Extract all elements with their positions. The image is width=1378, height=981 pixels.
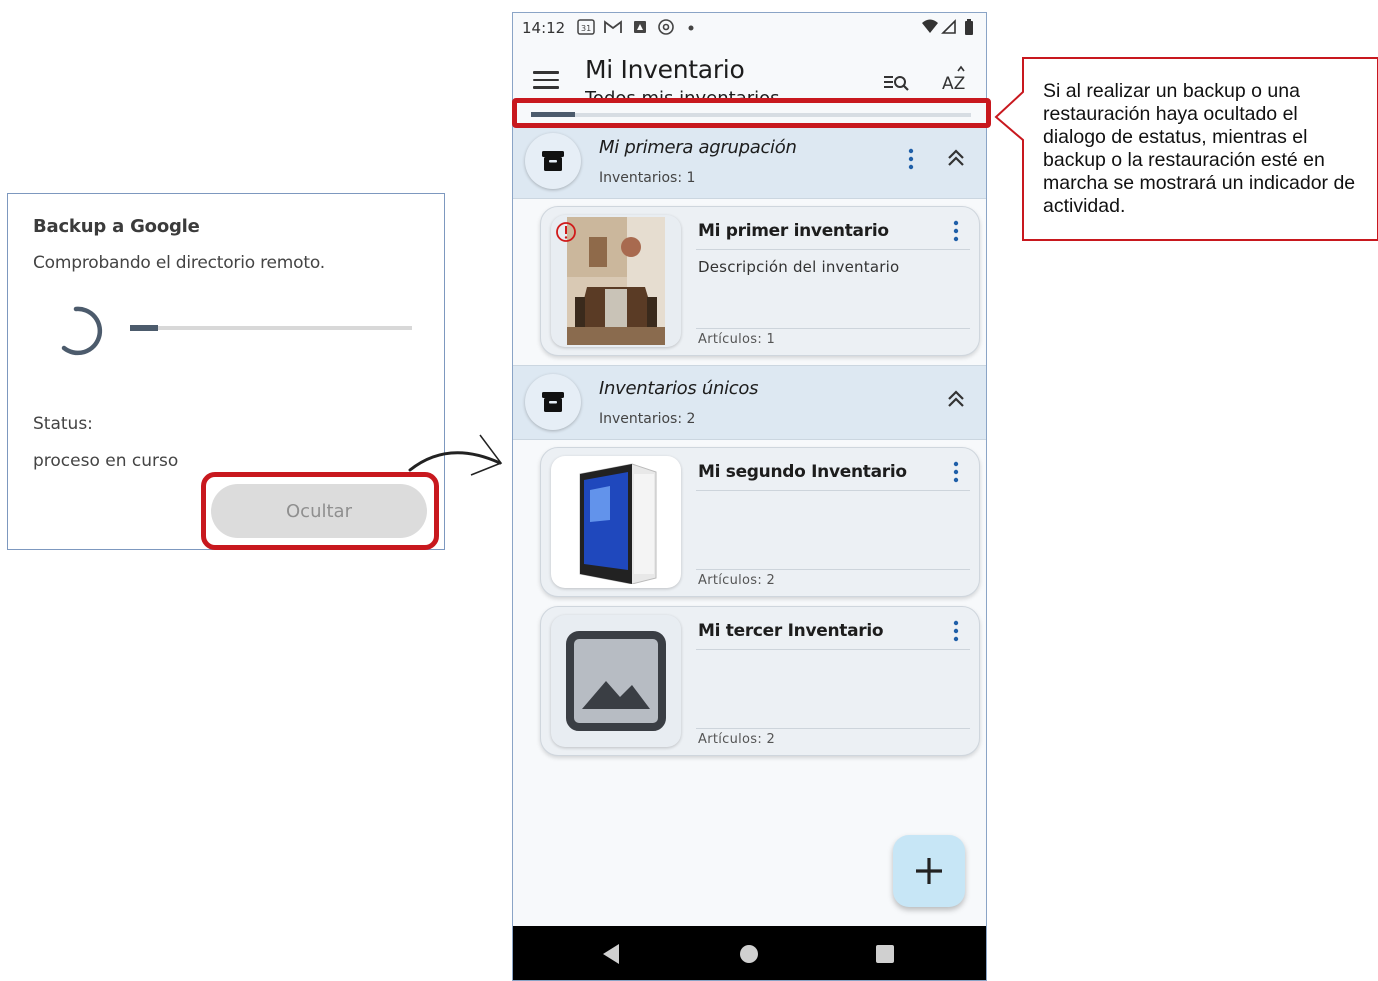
dining-room-image (567, 217, 665, 345)
collapse-icon[interactable] (945, 388, 967, 410)
inventory-count: Artículos: 2 (698, 573, 776, 588)
inventory-title: Mi tercer Inventario (698, 621, 884, 641)
status-label: Status: (33, 414, 93, 434)
status-value: proceso en curso (33, 451, 179, 471)
inventory-count: Artículos: 2 (698, 732, 776, 747)
inventory-count: Artículos: 1 (698, 332, 776, 347)
dialog-progress-bar (130, 325, 412, 331)
more-vert-icon[interactable] (950, 460, 962, 484)
archive-box-icon (542, 392, 564, 412)
calendar-icon: 31 (577, 19, 595, 35)
battery-icon (965, 19, 973, 35)
system-nav-bar (513, 926, 986, 980)
app-title: Mi Inventario (585, 55, 745, 84)
more-vert-icon[interactable] (950, 219, 962, 243)
pointer-arrow (408, 434, 503, 476)
inventory-description: Descripción del inventario (698, 258, 900, 276)
filter-search-icon[interactable] (883, 71, 911, 93)
add-icon (916, 858, 942, 884)
dialog-progress-fill (130, 325, 159, 331)
group-header-2[interactable]: Inventarios únicos Inventarios: 2 (513, 365, 986, 440)
phone-screen: 14:12 31 Mi Inventario Todos mis inventa… (512, 12, 987, 981)
inventory-title: Mi segundo Inventario (698, 462, 907, 482)
dot-icon (688, 25, 694, 31)
home-icon[interactable] (737, 942, 761, 966)
divider (696, 728, 970, 729)
status-time: 14:12 (522, 19, 566, 37)
gmail-icon (604, 20, 622, 33)
inventory-card-2[interactable]: Mi segundo Inventario Artículos: 2 (540, 447, 980, 597)
notification-icon (634, 21, 646, 33)
image-placeholder-icon (566, 631, 666, 731)
warning-icon (556, 222, 576, 242)
group-header-1[interactable]: Mi primera agrupación Inventarios: 1 (513, 124, 986, 199)
group-title: Mi primera agrupación (599, 137, 797, 158)
back-icon[interactable] (599, 942, 623, 966)
add-inventory-button[interactable] (893, 835, 965, 907)
inventory-card-1[interactable]: Mi primer inventario Descripción del inv… (540, 206, 980, 356)
more-vert-icon[interactable] (950, 619, 962, 643)
collapse-icon[interactable] (945, 147, 967, 169)
inventory-title: Mi primer inventario (698, 221, 889, 241)
hide-button-highlight (201, 472, 439, 550)
svg-text:31: 31 (581, 24, 591, 33)
callout-text: Si al realizar un backup o una restaurac… (1043, 80, 1356, 217)
loading-spinner-icon (61, 306, 103, 356)
divider (696, 569, 970, 570)
divider (696, 328, 970, 329)
pc-tower-image (570, 460, 662, 584)
group-count: Inventarios: 1 (599, 170, 696, 186)
divider (696, 649, 970, 650)
wifi-icon (922, 19, 938, 33)
divider (696, 249, 970, 250)
more-vert-icon[interactable] (905, 147, 917, 173)
at-icon (658, 19, 674, 35)
svg-text:AZ: AZ (942, 74, 965, 94)
sort-az-icon[interactable]: AZ (941, 65, 971, 95)
group-avatar (525, 133, 581, 189)
archive-box-icon (542, 151, 564, 171)
dialog-title: Backup a Google (33, 216, 200, 237)
group-count: Inventarios: 2 (599, 411, 696, 427)
status-bar: 14:12 31 (513, 13, 986, 43)
recents-icon[interactable] (873, 942, 897, 966)
progress-highlight (512, 98, 991, 128)
inventory-thumbnail (551, 615, 681, 747)
inventory-thumbnail (551, 456, 681, 588)
signal-icon (941, 19, 956, 34)
group-avatar (525, 374, 581, 430)
dialog-message: Comprobando el directorio remoto. (33, 253, 325, 273)
divider (696, 490, 970, 491)
inventory-card-3[interactable]: Mi tercer Inventario Artículos: 2 (540, 606, 980, 756)
hamburger-menu-icon[interactable] (533, 71, 559, 89)
group-title: Inventarios únicos (599, 378, 759, 399)
